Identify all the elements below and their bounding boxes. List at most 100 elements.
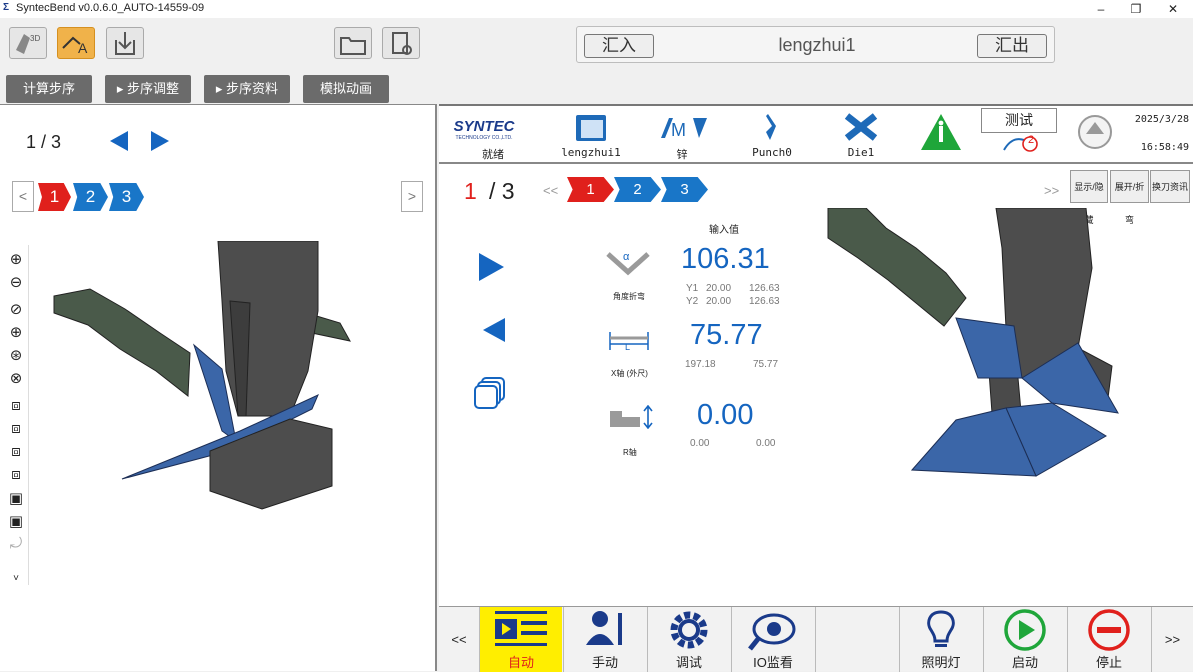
view-front-icon[interactable]: ⧈ xyxy=(6,397,26,417)
view-iso-icon[interactable]: ▣ xyxy=(6,512,26,532)
debug-mode-label: 调试 xyxy=(675,655,702,670)
y2-value-b: 126.63 xyxy=(749,296,780,307)
angle-view-icon: A xyxy=(62,36,88,56)
main-prev-steps-button[interactable]: << xyxy=(543,183,558,198)
y2-value-a: 20.00 xyxy=(706,296,732,307)
left-page-indicator: 1 / 3 xyxy=(26,132,62,152)
r-axis-value[interactable]: 0.00 xyxy=(697,399,753,432)
toolbar-divider xyxy=(28,245,29,585)
more-tools-icon[interactable]: ˅ xyxy=(6,573,26,593)
stop-label: 停止 xyxy=(1095,655,1122,670)
view-rotate-icon[interactable]: ⤾ xyxy=(6,535,26,555)
manual-mode-button[interactable]: 手动 xyxy=(563,607,646,672)
light-button[interactable]: 照明灯 xyxy=(899,607,982,672)
stop-icon xyxy=(1088,609,1130,651)
main-next-steps-button[interactable]: >> xyxy=(1044,183,1059,198)
svg-text:A: A xyxy=(78,40,88,56)
step-forward-icon[interactable] xyxy=(479,253,504,281)
bottom-next-page-button[interactable]: >> xyxy=(1151,607,1193,672)
manual-mode-label: 手动 xyxy=(591,655,618,670)
step-back-icon[interactable] xyxy=(483,318,505,342)
minimize-button[interactable]: – xyxy=(1083,0,1119,18)
left-step-3[interactable]: 3 xyxy=(109,183,144,211)
status-date: 2025/3/28 xyxy=(1134,114,1189,125)
show-hide-button[interactable]: 显示/隐藏 xyxy=(1070,170,1108,225)
compute-steps-button[interactable]: 计算步序 xyxy=(6,75,92,103)
title-bar: Σ SyntecBend v0.0.6.0_AUTO-14559-09 – ❐ … xyxy=(0,0,1193,18)
file-settings-icon xyxy=(392,32,412,55)
view-top-icon[interactable]: ▣ xyxy=(6,489,26,509)
status-punch: Punch0 xyxy=(752,146,792,159)
x-axis-icon: L xyxy=(609,332,649,352)
angle-value[interactable]: 106.31 xyxy=(681,243,770,276)
tool-change-button[interactable]: 换刀资讯 xyxy=(1150,170,1190,203)
close-button[interactable]: ✕ xyxy=(1155,0,1191,18)
start-label: 启动 xyxy=(1011,655,1038,670)
alarm-icon[interactable] xyxy=(1002,134,1044,159)
light-label: 照明灯 xyxy=(921,655,961,670)
zoom-in-icon[interactable]: ⊕ xyxy=(6,250,26,270)
input-values-header: 输入值 xyxy=(709,225,739,236)
x-axis-value[interactable]: 75.77 xyxy=(690,319,763,352)
program-filename: lengzhui1 xyxy=(778,35,856,55)
y2-label: Y2 xyxy=(686,296,699,307)
start-button[interactable]: 启动 xyxy=(983,607,1066,672)
punch-icon xyxy=(727,112,817,147)
view-right-icon[interactable]: ⧈ xyxy=(6,466,26,486)
light-bulb-icon xyxy=(927,610,955,647)
unfold-bend-button[interactable]: 展开/折弯 xyxy=(1110,170,1149,225)
zoom-previous-icon[interactable]: ⊛ xyxy=(6,346,26,366)
io-monitor-label: IO监看 xyxy=(753,655,793,670)
y1-label: Y1 xyxy=(686,283,699,294)
stop-button[interactable]: 停止 xyxy=(1067,607,1150,672)
zoom-fit-icon[interactable]: ⊘ xyxy=(6,300,26,320)
left-step-2[interactable]: 2 xyxy=(73,183,108,211)
left-next-step-icon[interactable] xyxy=(151,131,169,151)
auto-mode-button[interactable]: 自动 xyxy=(479,607,562,672)
zoom-out-icon[interactable]: ⊖ xyxy=(6,273,26,293)
angle-bend-icon: α xyxy=(606,251,650,276)
bottom-prev-page-button[interactable]: << xyxy=(439,607,479,672)
gear-icon xyxy=(670,611,708,649)
view-left-icon[interactable]: ⧈ xyxy=(6,443,26,463)
left-steps-prev-button[interactable]: < xyxy=(12,181,34,212)
left-prev-step-icon[interactable] xyxy=(110,131,128,151)
io-monitor-button[interactable]: IO监看 xyxy=(731,607,814,672)
export-part-button[interactable] xyxy=(106,27,144,59)
auto-mode-icon xyxy=(495,611,547,646)
left-3d-model-view[interactable] xyxy=(50,241,370,511)
open-file-button[interactable] xyxy=(334,27,372,59)
copy-steps-icon[interactable] xyxy=(474,376,508,410)
empty-function-slot[interactable] xyxy=(815,607,898,672)
debug-mode-button[interactable]: 调试 xyxy=(647,607,730,672)
y1-value-a: 20.00 xyxy=(706,283,732,294)
status-program-name: lengzhui1 xyxy=(561,146,621,159)
warning-icon[interactable] xyxy=(919,112,963,157)
status-time: 16:58:49 xyxy=(1140,142,1189,153)
settings-file-button[interactable] xyxy=(382,27,420,59)
left-steps-next-button[interactable]: > xyxy=(401,181,423,212)
step-adjust-button[interactable]: ▸ 步序调整 xyxy=(105,75,191,103)
manual-mode-icon xyxy=(586,611,622,645)
3d-view-button[interactable]: 3D xyxy=(9,27,47,59)
import-button[interactable]: 汇入 xyxy=(584,34,654,58)
left-step-1[interactable]: 1 xyxy=(38,183,71,211)
view-back-icon[interactable]: ⧈ xyxy=(6,420,26,440)
test-mode-badge[interactable]: 测试 xyxy=(981,108,1057,133)
left-preview-panel: 1 / 3 < 1 2 3 > ⊕ ⊖ ⊘ ⊕ ⊛ ⊗ ⧈ ⧈ ⧈ ⧈ ▣ ▣ … xyxy=(0,104,437,671)
r-axis-label: R轴 xyxy=(623,448,637,457)
zoom-window-icon[interactable]: ⊕ xyxy=(6,323,26,343)
main-3d-model-view[interactable] xyxy=(826,208,1126,488)
svg-text:α: α xyxy=(623,251,630,263)
angle-view-button[interactable]: A xyxy=(57,27,95,59)
simulate-animation-button[interactable]: 模拟动画 xyxy=(303,75,389,103)
current-step-number: 1 xyxy=(464,178,477,204)
die-icon xyxy=(816,112,906,147)
export-button[interactable]: 汇出 xyxy=(977,34,1047,58)
restore-button[interactable]: ❐ xyxy=(1118,0,1154,18)
step-data-button[interactable]: ▸ 步序资料 xyxy=(204,75,290,103)
alarm-count: 2 xyxy=(1027,134,1035,146)
zoom-all-icon[interactable]: ⊗ xyxy=(6,369,26,389)
export-part-icon xyxy=(115,32,135,55)
3d-view-icon: 3D xyxy=(16,34,40,54)
